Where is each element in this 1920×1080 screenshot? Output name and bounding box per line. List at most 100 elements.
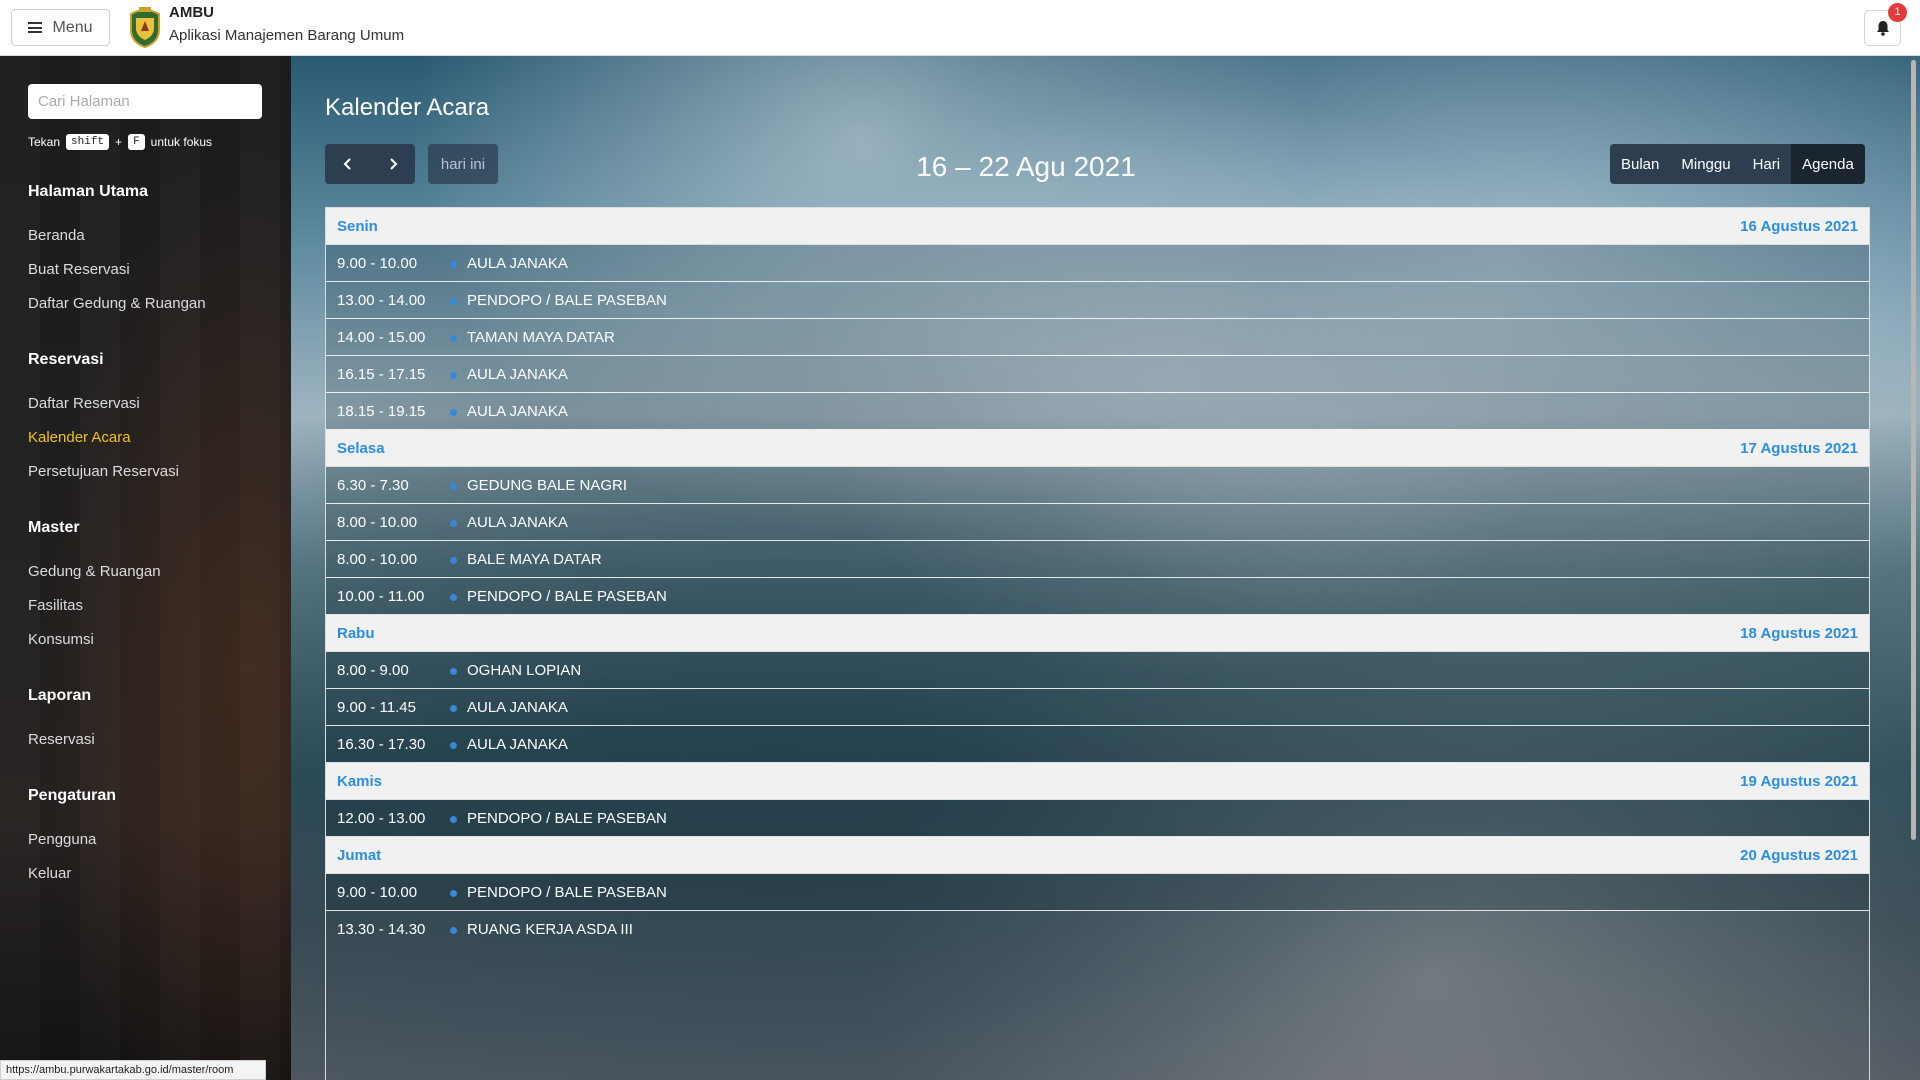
event-dot-icon — [450, 927, 457, 934]
event-title: AULA JANAKA — [467, 403, 568, 420]
view-hari-button[interactable]: Hari — [1742, 144, 1792, 184]
event-time: 8.00 - 10.00 — [337, 551, 418, 568]
nav-item-laporan-reservasi[interactable]: Reservasi — [28, 731, 95, 748]
event-row[interactable]: 10.00 - 11.00 PENDOPO / BALE PASEBAN — [326, 578, 1869, 615]
event-dot-icon — [450, 742, 457, 749]
menu-button-label: Menu — [52, 18, 93, 36]
shift-key: shift — [66, 134, 110, 150]
nav-item-gedung-ruangan[interactable]: Gedung & Ruangan — [28, 563, 161, 580]
main-content: Kalender Acara hari ini 16 – 22 Agu 2021… — [291, 56, 1920, 1080]
nav-section-reservasi: Reservasi — [28, 351, 104, 368]
event-time: 14.00 - 15.00 — [337, 329, 426, 346]
event-row[interactable]: 18.15 - 19.15 AULA JANAKA — [326, 393, 1869, 430]
event-title: AULA JANAKA — [467, 514, 568, 531]
event-title: GEDUNG BALE NAGRI — [467, 477, 628, 494]
view-minggu-button[interactable]: Minggu — [1670, 144, 1741, 184]
day-date: 17 Agustus 2021 — [1740, 440, 1858, 457]
event-time: 8.00 - 9.00 — [337, 662, 409, 679]
hint-plus: + — [115, 135, 123, 149]
day-header-jumat: Jumat 20 Agustus 2021 — [326, 837, 1869, 874]
agenda-list: Senin 16 Agustus 2021 9.00 - 10.00 AULA … — [325, 207, 1870, 1080]
nav-item-fasilitas[interactable]: Fasilitas — [28, 597, 83, 614]
event-row[interactable]: 8.00 - 10.00 BALE MAYA DATAR — [326, 541, 1869, 578]
event-dot-icon — [450, 483, 457, 490]
search-input[interactable] — [28, 84, 262, 119]
day-header-kamis: Kamis 19 Agustus 2021 — [326, 763, 1869, 800]
nav-section-pengaturan: Pengaturan — [28, 787, 117, 804]
nav-section-master: Master — [28, 519, 80, 536]
view-agenda-button[interactable]: Agenda — [1791, 144, 1865, 184]
day-name: Selasa — [337, 440, 385, 457]
nav-item-beranda[interactable]: Beranda — [28, 227, 85, 244]
page-scrollbar[interactable] — [1911, 60, 1916, 840]
event-row[interactable]: 16.30 - 17.30 AULA JANAKA — [326, 726, 1869, 763]
event-title: OGHAN LOPIAN — [467, 662, 582, 679]
event-dot-icon — [450, 705, 457, 712]
hint-prefix: Tekan — [28, 135, 61, 149]
day-header-rabu: Rabu 18 Agustus 2021 — [326, 615, 1869, 652]
nav-item-buat-reservasi[interactable]: Buat Reservasi — [28, 261, 130, 278]
page-title: Kalender Acara — [325, 94, 490, 121]
sidebar: Tekan shift + F untuk fokus Halaman Utam… — [0, 56, 291, 1080]
event-time: 18.15 - 19.15 — [337, 403, 426, 420]
event-row[interactable]: 8.00 - 10.00 AULA JANAKA — [326, 504, 1869, 541]
nav-item-daftar-reservasi[interactable]: Daftar Reservasi — [28, 395, 140, 412]
search-shortcut-hint: Tekan shift + F untuk fokus — [28, 134, 212, 150]
event-dot-icon — [450, 890, 457, 897]
hint-suffix: untuk fokus — [150, 135, 213, 149]
day-date: 19 Agustus 2021 — [1740, 773, 1858, 790]
bell-icon — [1876, 21, 1889, 36]
nav-item-konsumsi[interactable]: Konsumsi — [28, 631, 94, 648]
nav-section-halaman-utama: Halaman Utama — [28, 183, 149, 200]
event-time: 6.30 - 7.30 — [337, 477, 409, 494]
day-name: Senin — [337, 218, 378, 235]
event-time: 16.15 - 17.15 — [337, 366, 426, 383]
event-row[interactable]: 14.00 - 15.00 TAMAN MAYA DATAR — [326, 319, 1869, 356]
event-dot-icon — [450, 594, 457, 601]
menu-button[interactable]: Menu — [11, 9, 110, 46]
event-time: 9.00 - 11.45 — [337, 699, 416, 716]
event-time: 16.30 - 17.30 — [337, 736, 426, 753]
event-time: 12.00 - 13.00 — [337, 810, 426, 827]
top-bar: Menu AMBU Aplikasi Manajemen Barang Umum… — [0, 0, 1920, 56]
event-row[interactable]: 8.00 - 9.00 OGHAN LOPIAN — [326, 652, 1869, 689]
event-row[interactable]: 12.00 - 13.00 PENDOPO / BALE PASEBAN — [326, 800, 1869, 837]
event-time: 13.30 - 14.30 — [337, 921, 426, 938]
event-dot-icon — [450, 520, 457, 527]
app-title: AMBU — [169, 4, 214, 21]
day-date: 16 Agustus 2021 — [1740, 218, 1858, 235]
notification-badge: 1 — [1888, 3, 1907, 22]
day-header-senin: Senin 16 Agustus 2021 — [326, 208, 1869, 245]
nav-item-persetujuan-reservasi[interactable]: Persetujuan Reservasi — [28, 463, 179, 480]
nav-item-daftar-gedung-ruangan[interactable]: Daftar Gedung & Ruangan — [28, 295, 206, 312]
event-row[interactable]: 13.30 - 14.30 RUANG KERJA ASDA III — [326, 911, 1869, 948]
event-time: 8.00 - 10.00 — [337, 514, 418, 531]
nav-item-pengguna[interactable]: Pengguna — [28, 831, 96, 848]
hamburger-icon — [28, 22, 43, 33]
status-bar-url: https://ambu.purwakartakab.go.id/master/… — [0, 1060, 266, 1080]
event-title: AULA JANAKA — [467, 255, 568, 272]
event-title: PENDOPO / BALE PASEBAN — [467, 292, 667, 309]
event-dot-icon — [450, 668, 457, 675]
event-row[interactable]: 6.30 - 7.30 GEDUNG BALE NAGRI — [326, 467, 1869, 504]
view-switcher: Bulan Minggu Hari Agenda — [1610, 144, 1865, 184]
nav-item-kalender-acara[interactable]: Kalender Acara — [28, 429, 131, 446]
event-row[interactable]: 16.15 - 17.15 AULA JANAKA — [326, 356, 1869, 393]
event-title: PENDOPO / BALE PASEBAN — [467, 588, 667, 605]
day-name: Kamis — [337, 773, 383, 790]
event-title: RUANG KERJA ASDA III — [467, 921, 633, 938]
event-title: AULA JANAKA — [467, 736, 568, 753]
event-title: AULA JANAKA — [467, 366, 568, 383]
event-row[interactable]: 9.00 - 10.00 AULA JANAKA — [326, 245, 1869, 282]
event-dot-icon — [450, 298, 457, 305]
nav-item-keluar[interactable]: Keluar — [28, 865, 71, 882]
app-subtitle: Aplikasi Manajemen Barang Umum — [169, 27, 405, 44]
event-row[interactable]: 9.00 - 11.45 AULA JANAKA — [326, 689, 1869, 726]
event-dot-icon — [450, 816, 457, 823]
event-row[interactable]: 9.00 - 10.00 PENDOPO / BALE PASEBAN — [326, 874, 1869, 911]
event-dot-icon — [450, 372, 457, 379]
app-logo — [130, 7, 160, 48]
event-row[interactable]: 13.00 - 14.00 PENDOPO / BALE PASEBAN — [326, 282, 1869, 319]
view-bulan-button[interactable]: Bulan — [1610, 144, 1670, 184]
day-header-selasa: Selasa 17 Agustus 2021 — [326, 430, 1869, 467]
